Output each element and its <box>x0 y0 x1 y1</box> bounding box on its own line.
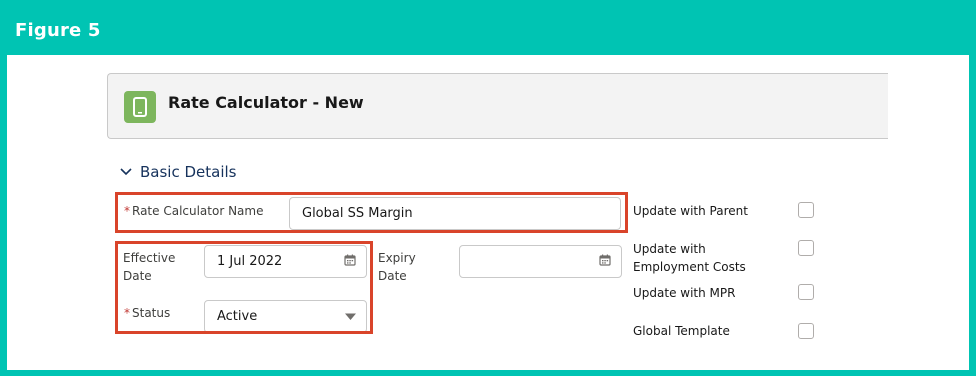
effective-date-label-line2: Date <box>123 269 152 283</box>
effective-date-label: Effective Date <box>123 249 175 285</box>
status-value: Active <box>217 309 258 324</box>
rate-calculator-name-value: Global SS Margin <box>302 206 413 221</box>
basic-details-section-toggle[interactable]: Basic Details <box>120 163 236 181</box>
update-with-employment-costs-checkbox[interactable] <box>798 240 814 256</box>
required-marker: * <box>124 306 130 320</box>
rate-calculator-name-label: * Rate Calculator Name <box>124 202 263 220</box>
update-with-parent-checkbox[interactable] <box>798 202 814 218</box>
expiry-date-input[interactable] <box>459 245 622 278</box>
effective-date-value: 1 Jul 2022 <box>217 254 283 269</box>
expiry-date-label: Expiry Date <box>378 249 416 285</box>
calendar-icon[interactable] <box>599 254 611 270</box>
status-label: * Status <box>124 304 170 322</box>
effective-date-input[interactable]: 1 Jul 2022 <box>204 245 367 278</box>
figure-frame: Figure 5 Rate Calculator - New Basic Det… <box>0 0 976 376</box>
status-select[interactable]: Active <box>204 300 367 333</box>
effective-date-label-line1: Effective <box>123 251 176 265</box>
rate-calculator-name-input[interactable]: Global SS Margin <box>289 197 621 230</box>
update-with-mpr-checkbox[interactable] <box>798 284 814 300</box>
global-template-checkbox[interactable] <box>798 323 814 339</box>
update-with-parent-label: Update with Parent <box>633 204 748 218</box>
update-with-employment-costs-label: Update with Employment Costs <box>633 240 746 276</box>
form-panel: Rate Calculator - New Basic Details * Rat… <box>7 55 969 370</box>
update-with-employment-costs-label-line2: Employment Costs <box>633 260 746 274</box>
record-header: Rate Calculator - New <box>107 73 888 139</box>
figure-label: Figure 5 <box>15 20 101 41</box>
expiry-date-label-line1: Expiry <box>378 251 416 265</box>
update-with-employment-costs-label-line1: Update with <box>633 242 706 256</box>
chevron-down-icon <box>120 163 132 181</box>
caret-down-icon <box>345 309 356 324</box>
update-with-mpr-label: Update with MPR <box>633 286 736 300</box>
rate-calculator-name-label-text: Rate Calculator Name <box>132 204 264 218</box>
status-label-text: Status <box>132 306 171 320</box>
expiry-date-label-line2: Date <box>378 269 407 283</box>
section-title: Basic Details <box>140 163 237 181</box>
page-title: Rate Calculator - New <box>168 93 364 112</box>
global-template-label: Global Template <box>633 324 730 338</box>
required-marker: * <box>124 204 130 218</box>
mobile-device-icon <box>124 91 156 123</box>
calendar-icon[interactable] <box>344 254 356 270</box>
